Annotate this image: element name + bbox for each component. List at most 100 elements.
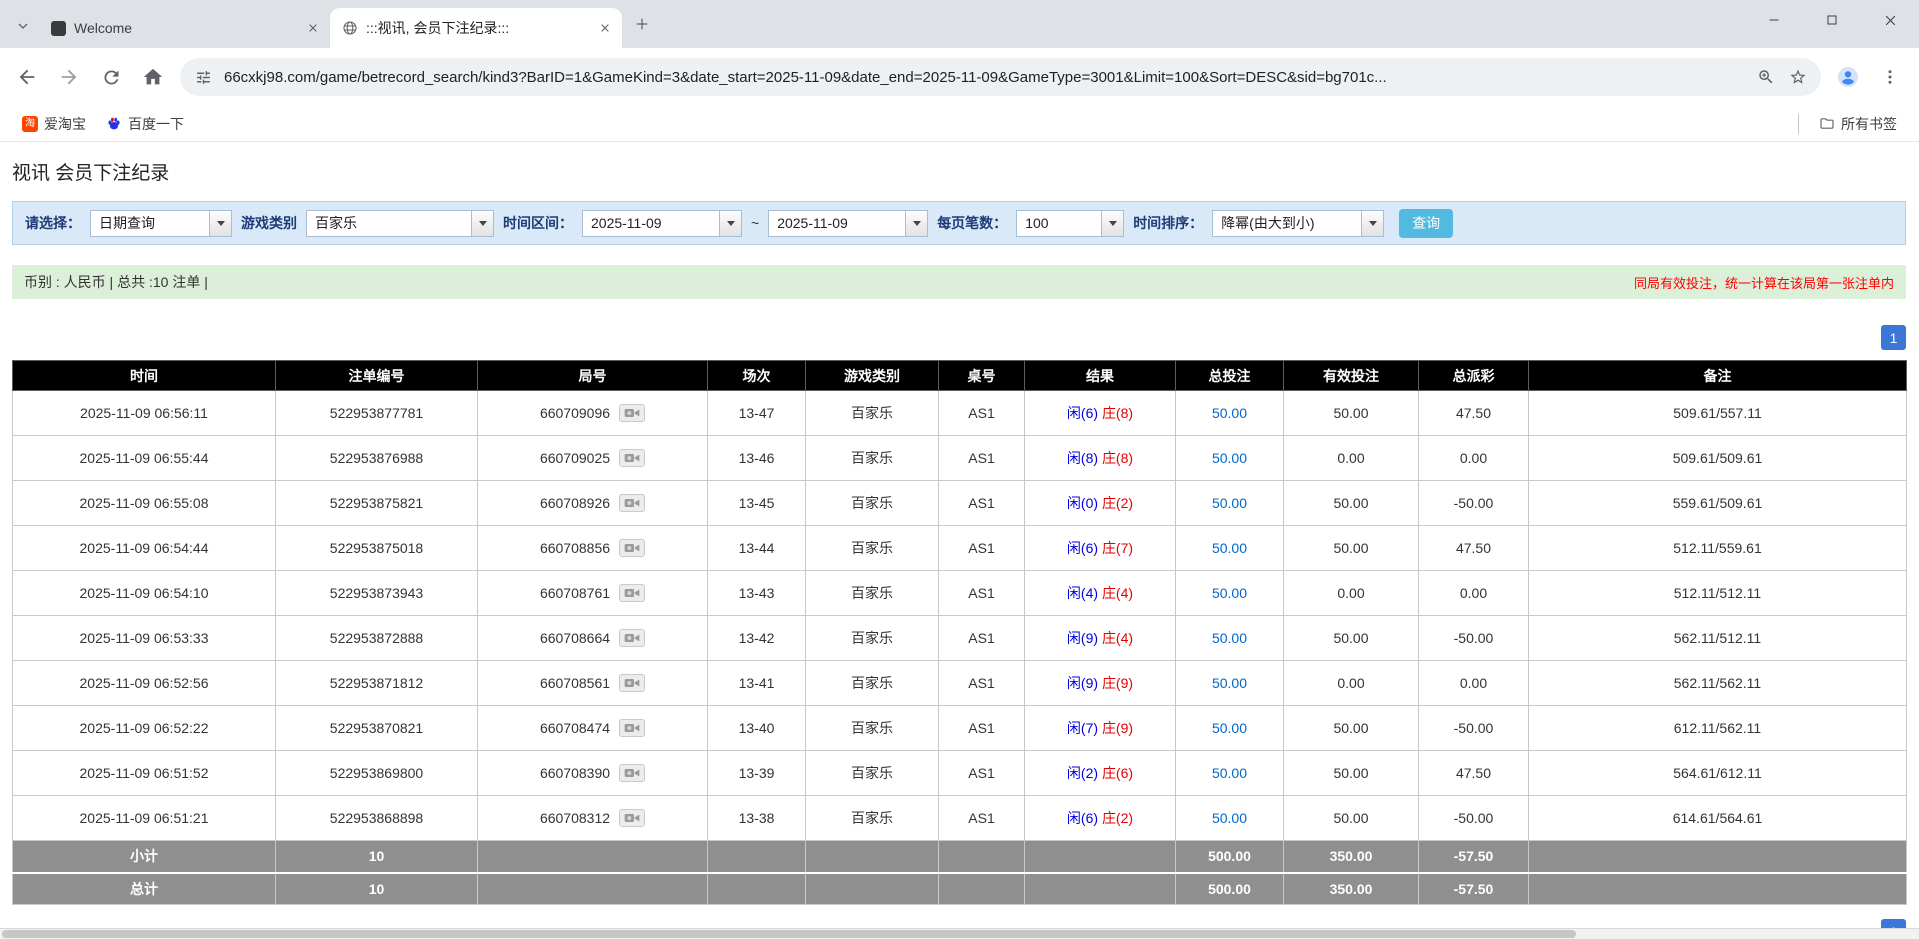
query-type-select[interactable]: 日期查询 [90, 210, 232, 237]
cell-valid-bet: 50.00 [1284, 751, 1419, 796]
header-valid-bet: 有效投注 [1284, 361, 1419, 391]
cell-round: 660708561 [478, 661, 708, 706]
banker-result: 庄(8) [1102, 405, 1133, 421]
refresh-button[interactable] [90, 56, 132, 98]
all-bookmarks-button[interactable]: 所有书签 [1811, 111, 1905, 137]
video-replay-icon[interactable] [619, 764, 645, 782]
bookmark-taobao[interactable]: 淘 爱淘宝 [14, 111, 94, 137]
subtotal-count: 10 [276, 841, 478, 873]
cell-total-bet: 50.00 [1176, 481, 1284, 526]
game-type-label: 游戏类别 [241, 213, 297, 233]
cell-game: 百家乐 [806, 796, 939, 841]
cell-game: 百家乐 [806, 436, 939, 481]
round-number: 660708856 [540, 540, 610, 556]
tab-welcome[interactable]: Welcome [38, 8, 330, 48]
empty-cell [478, 873, 708, 905]
video-replay-icon[interactable] [619, 809, 645, 827]
tab-close-icon[interactable] [596, 19, 614, 37]
date-start-input[interactable]: 2025-11-09 [582, 210, 742, 237]
cell-table-no: AS1 [939, 391, 1025, 436]
table-row: 2025-11-09 06:55:44 522953876988 6607090… [13, 436, 1907, 481]
forward-button[interactable] [48, 56, 90, 98]
total-bet-link[interactable]: 50.00 [1212, 675, 1247, 691]
cell-table-no: AS1 [939, 751, 1025, 796]
video-replay-icon[interactable] [619, 404, 645, 422]
close-window-button[interactable] [1861, 0, 1919, 40]
date-range-label: 时间区间： [503, 213, 573, 233]
cell-payout: 0.00 [1419, 571, 1529, 616]
video-replay-icon[interactable] [619, 539, 645, 557]
total-bet-link[interactable]: 50.00 [1212, 495, 1247, 511]
cell-note: 512.11/512.11 [1529, 571, 1907, 616]
cell-total-bet: 50.00 [1176, 526, 1284, 571]
total-bet-link[interactable]: 50.00 [1212, 585, 1247, 601]
header-result: 结果 [1025, 361, 1176, 391]
subtotal-payout: -57.50 [1419, 841, 1529, 873]
profile-avatar[interactable] [1827, 56, 1869, 98]
header-payout: 总派彩 [1419, 361, 1529, 391]
minimize-button[interactable] [1745, 0, 1803, 40]
video-replay-icon[interactable] [619, 629, 645, 647]
browser-menu-kebab-icon[interactable] [1869, 56, 1911, 98]
cell-round: 660709096 [478, 391, 708, 436]
chevron-down-icon[interactable] [209, 211, 231, 236]
cell-session: 13-41 [708, 661, 806, 706]
page-size-select[interactable]: 100 [1016, 210, 1124, 237]
site-controls-icon[interactable] [192, 66, 214, 88]
back-button[interactable] [6, 56, 48, 98]
chevron-down-icon[interactable] [471, 211, 493, 236]
cell-round: 660708312 [478, 796, 708, 841]
bookmark-star-icon[interactable] [1787, 66, 1809, 88]
sort-select[interactable]: 降幂(由大到小) [1212, 210, 1384, 237]
total-bet-link[interactable]: 50.00 [1212, 450, 1247, 466]
tab-title: :::视讯, 会员下注纪录::: [366, 18, 588, 38]
cell-note: 559.61/509.61 [1529, 481, 1907, 526]
search-button[interactable]: 查询 [1399, 209, 1453, 238]
browser-window: Welcome :::视讯, 会员下注纪录::: [0, 0, 1919, 939]
player-result: 闲(6) [1067, 540, 1098, 556]
cell-session: 13-42 [708, 616, 806, 661]
header-total-bet: 总投注 [1176, 361, 1284, 391]
video-replay-icon[interactable] [619, 584, 645, 602]
cell-table-no: AS1 [939, 571, 1025, 616]
player-result: 闲(9) [1067, 630, 1098, 646]
table-row: 2025-11-09 06:51:52 522953869800 6607083… [13, 751, 1907, 796]
video-replay-icon[interactable] [619, 494, 645, 512]
new-tab-button[interactable] [628, 10, 656, 38]
table-row: 2025-11-09 06:54:44 522953875018 6607088… [13, 526, 1907, 571]
tab-search-chevron-icon[interactable] [10, 13, 36, 39]
subtotal-valid-bet: 350.00 [1284, 841, 1419, 873]
cell-time: 2025-11-09 06:55:44 [13, 436, 276, 481]
chevron-down-icon[interactable] [719, 211, 741, 236]
chevron-down-icon[interactable] [1101, 211, 1123, 236]
page-1-button[interactable]: 1 [1881, 325, 1906, 350]
video-replay-icon[interactable] [619, 674, 645, 692]
total-bet-link[interactable]: 50.00 [1212, 765, 1247, 781]
horizontal-scrollbar[interactable] [0, 928, 1919, 939]
home-button[interactable] [132, 56, 174, 98]
zoom-icon[interactable] [1755, 66, 1777, 88]
scrollbar-thumb[interactable] [2, 930, 1576, 938]
total-bet-link[interactable]: 50.00 [1212, 720, 1247, 736]
address-bar[interactable]: 66cxkj98.com/game/betrecord_search/kind3… [180, 58, 1821, 96]
total-bet-link[interactable]: 50.00 [1212, 810, 1247, 826]
cell-table-no: AS1 [939, 616, 1025, 661]
header-round: 局号 [478, 361, 708, 391]
game-type-select[interactable]: 百家乐 [306, 210, 494, 237]
banker-result: 庄(9) [1102, 675, 1133, 691]
cell-result: 闲(7) 庄(9) [1025, 706, 1176, 751]
video-replay-icon[interactable] [619, 719, 645, 737]
cell-valid-bet: 0.00 [1284, 436, 1419, 481]
chevron-down-icon[interactable] [905, 211, 927, 236]
tab-betrecord[interactable]: :::视讯, 会员下注纪录::: [330, 8, 622, 48]
bookmark-baidu[interactable]: 百度一下 [98, 111, 192, 137]
maximize-button[interactable] [1803, 0, 1861, 40]
date-end-input[interactable]: 2025-11-09 [768, 210, 928, 237]
total-bet-link[interactable]: 50.00 [1212, 540, 1247, 556]
total-bet-link[interactable]: 50.00 [1212, 405, 1247, 421]
tab-close-icon[interactable] [304, 19, 322, 37]
chevron-down-icon[interactable] [1361, 211, 1383, 236]
video-replay-icon[interactable] [619, 449, 645, 467]
total-bet-link[interactable]: 50.00 [1212, 630, 1247, 646]
url-text[interactable]: 66cxkj98.com/game/betrecord_search/kind3… [224, 69, 1745, 86]
